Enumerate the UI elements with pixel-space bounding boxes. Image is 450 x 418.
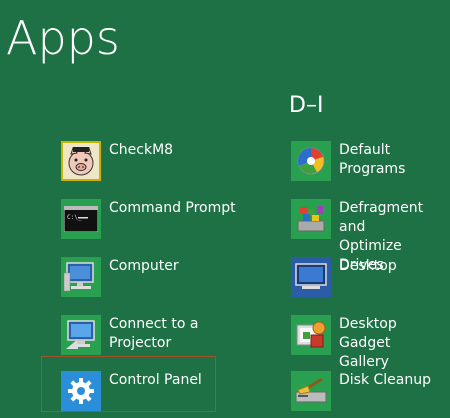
computer-icon — [61, 257, 101, 297]
app-tile-defragment-and-optimize-drives[interactable]: Defragment and Optimize Drives — [291, 199, 450, 273]
app-label: Desktop Gadget Gallery — [339, 316, 397, 370]
projector-icon — [61, 315, 101, 355]
control-panel-gear-icon — [61, 371, 101, 411]
checkm8-pig-icon — [61, 141, 101, 181]
app-label: Default Programs — [339, 142, 406, 177]
disk-cleanup-icon — [291, 371, 331, 411]
app-tile-desktop-gadget-gallery[interactable]: Desktop Gadget Gallery — [291, 315, 450, 370]
gadget-gallery-icon — [291, 315, 331, 355]
command-prompt-icon: C:\_ — [61, 199, 101, 239]
group-header-d-i: D–I — [289, 93, 324, 118]
app-label: Connect to a Projector — [109, 316, 199, 351]
app-tile-disk-cleanup[interactable]: Disk Cleanup — [291, 371, 450, 411]
app-tile-control-panel[interactable]: Control Panel — [61, 371, 211, 411]
app-label: Command Prompt — [109, 200, 236, 216]
app-tile-computer[interactable]: Computer — [61, 257, 241, 297]
app-tile-command-prompt[interactable]: C:\_ Command Prompt — [61, 199, 241, 239]
app-label: Desktop — [339, 258, 397, 274]
app-label: CheckM8 — [109, 142, 174, 158]
page-title: Apps — [6, 11, 120, 65]
default-programs-icon — [291, 141, 331, 181]
app-tile-desktop[interactable]: Desktop — [291, 257, 450, 297]
app-label: Computer — [109, 258, 179, 274]
app-tile-default-programs[interactable]: Default Programs — [291, 141, 450, 181]
defragment-icon — [291, 199, 331, 239]
app-tile-checkm8[interactable]: CheckM8 — [61, 141, 241, 181]
app-tile-connect-to-a-projector[interactable]: Connect to a Projector — [61, 315, 251, 355]
app-label: Control Panel — [109, 372, 202, 388]
app-label: Disk Cleanup — [339, 372, 432, 388]
desktop-icon — [291, 257, 331, 297]
